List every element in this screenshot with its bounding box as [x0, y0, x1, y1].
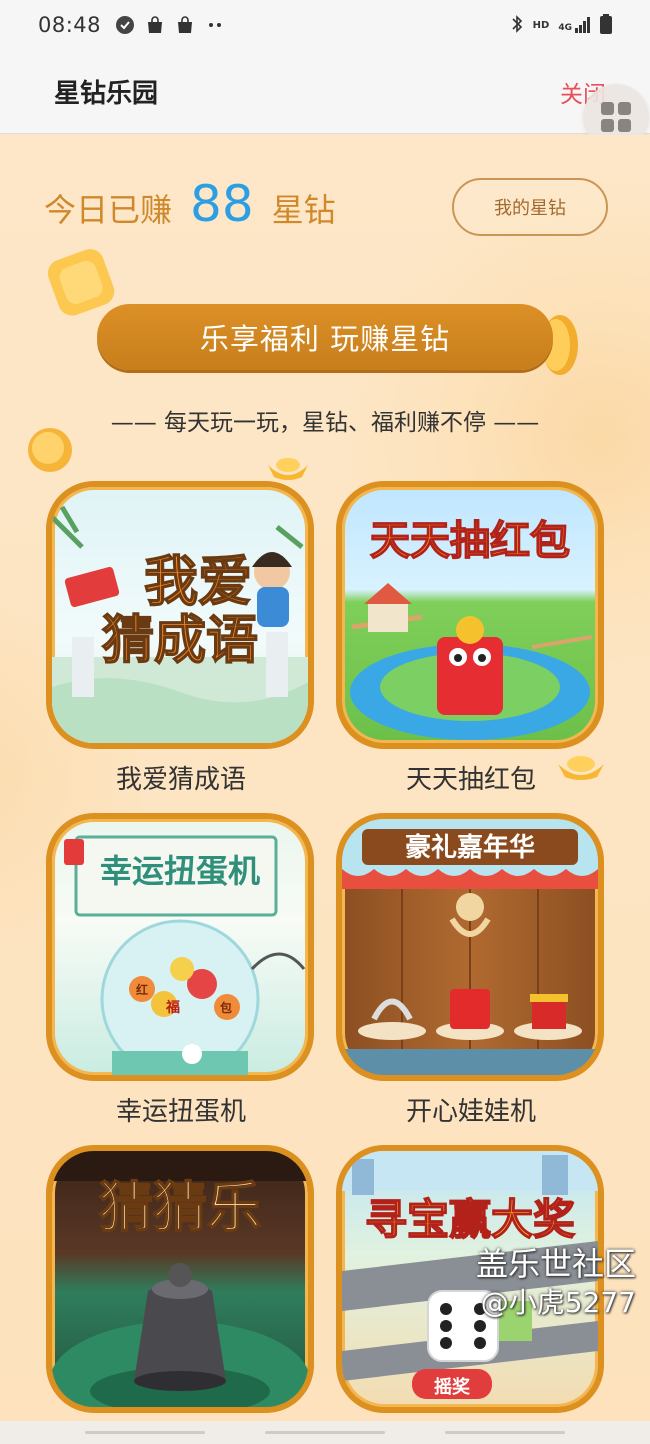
earned-value: 88 [190, 175, 254, 233]
earned-unit: 星钻 [271, 191, 336, 229]
game-card-red-packet[interactable]: 天天抽红包 天天抽红包 [336, 481, 606, 796]
hd-icon: HD [532, 19, 550, 31]
page-title: 星钻乐园 [54, 79, 159, 109]
coin-icon [47, 249, 115, 316]
tagline: —— 每天玩一玩，星钻、福利赚不停 —— [110, 410, 540, 436]
game-name[interactable]: 幸运扭蛋机 [46, 1091, 316, 1128]
grid-icon [601, 102, 631, 132]
game-card-claw[interactable]: 豪礼嘉年华 开心娃娃机 [336, 813, 606, 1128]
my-stars-button[interactable]: 我的星钻 [452, 178, 608, 236]
game-name[interactable]: 开心娃娃机 [336, 1091, 606, 1128]
promo-banner: 乐享福利 玩赚星钻 [97, 304, 553, 370]
capsule-art-title: 幸运扭蛋机 [99, 852, 260, 890]
status-bar: 08:48 HD 4G [0, 0, 650, 50]
idiom-art-title-1: 我爱 [143, 550, 253, 613]
game-thumbnail[interactable]: 猜猜乐 [46, 1145, 314, 1413]
gold-ingot-icon [268, 458, 308, 480]
status-right-icons: HD 4G [510, 13, 612, 37]
game-name[interactable]: 我爱猜成语 [46, 759, 316, 796]
game-thumbnail[interactable]: 天天抽红包 [336, 481, 604, 749]
claw-art-title: 豪礼嘉年华 [404, 833, 535, 863]
battery-icon [600, 13, 612, 37]
status-left-icons [115, 15, 225, 35]
game-card-capsule[interactable]: 幸运扭蛋机 福 红 包 幸运扭蛋机 [46, 813, 316, 1128]
game-card-idiom[interactable]: 我爱 猜成语 我爱猜成语 [46, 481, 316, 796]
game-name[interactable]: 天天抽红包 [336, 759, 606, 796]
earned-prefix: 今日已赚 [44, 191, 173, 229]
nav-line [265, 1431, 385, 1434]
shopping-bag-icon [175, 15, 195, 35]
watermark-user: @小虎5277 [480, 1286, 636, 1319]
red-packet-art-title: 天天抽红包 [369, 518, 571, 564]
4g-signal-icon: 4G [558, 17, 591, 33]
capsule-ball-bao: 包 [220, 1001, 233, 1015]
game-thumbnail[interactable]: 幸运扭蛋机 福 红 包 [46, 813, 314, 1081]
main-content: 今日已赚 88 星钻 我的星钻 乐享福利 玩赚星钻 —— 每天玩一玩，星钻、福利… [0, 135, 650, 1421]
idiom-art-title-2: 猜成语 [101, 611, 259, 671]
more-dots-icon [205, 15, 225, 35]
earned-today: 今日已赚 88 星钻 [44, 175, 336, 233]
nav-line [85, 1431, 205, 1434]
game-thumbnail[interactable]: 豪礼嘉年华 [336, 813, 604, 1081]
capsule-ball-hong: 红 [136, 983, 149, 997]
bluetooth-icon [510, 14, 524, 37]
net-label: 4G [558, 23, 572, 33]
game-thumbnail[interactable]: 我爱 猜成语 [46, 481, 314, 749]
treasure-art-title: 寻宝赢大奖 [364, 1195, 576, 1244]
app-bar: 星钻乐园 关闭 [0, 50, 650, 134]
status-time: 08:48 [38, 13, 102, 37]
guess-art-title: 猜猜乐 [98, 1176, 262, 1239]
shield-check-icon [115, 15, 135, 35]
shopping-bag-icon [145, 15, 165, 35]
bottom-nav-hint [0, 1421, 650, 1444]
watermark-community: 盖乐世社区 [475, 1245, 636, 1283]
roll-button: 摇奖 [434, 1377, 470, 1398]
game-card-guess[interactable]: 猜猜乐 [46, 1145, 316, 1413]
capsule-ball-fu: 福 [166, 1000, 180, 1016]
nav-line [445, 1431, 565, 1434]
